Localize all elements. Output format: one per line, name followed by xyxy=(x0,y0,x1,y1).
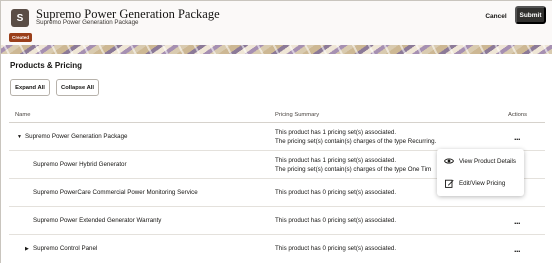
row-name-cell: ▶ Supremo Control Panel xyxy=(25,235,97,262)
table-row: ▼ Supremo Power Generation Package This … xyxy=(9,123,545,151)
summary-line: This product has 1 pricing set(s) associ… xyxy=(275,156,397,164)
row-summary-cell: This product has 0 pricing set(s) associ… xyxy=(275,235,396,262)
row-name: Supremo Power Extended Generator Warrant… xyxy=(33,217,162,224)
caret-down-icon[interactable]: ▼ xyxy=(17,134,23,140)
row-name: Supremo Control Panel xyxy=(33,245,98,252)
section-title: Products & Pricing xyxy=(10,61,83,70)
row-name-cell: ▼ Supremo Power Generation Package xyxy=(17,123,128,150)
submit-button[interactable]: Submit xyxy=(515,6,546,24)
row-actions-menu-button[interactable]: ... xyxy=(509,235,525,262)
row-summary-cell: This product has 1 pricing set(s) associ… xyxy=(275,123,436,150)
caret-right-icon[interactable]: ▶ xyxy=(25,246,31,252)
row-name: Supremo Power Hybrid Generator xyxy=(33,161,127,168)
eye-icon xyxy=(444,156,454,166)
table-row: ▶ Supremo Control Panel This product has… xyxy=(9,235,545,263)
page-subtitle: Supremo Power Generation Package xyxy=(36,19,139,26)
menu-item-label: Edit/View Pricing xyxy=(459,179,506,187)
status-badge: Created xyxy=(9,33,33,42)
row-name: Supremo Power Generation Package xyxy=(25,133,128,140)
row-name: Supremo PowerCare Commercial Power Monit… xyxy=(33,189,198,196)
cancel-button[interactable]: Cancel xyxy=(476,8,516,24)
menu-item-view-product-details[interactable]: View Product Details xyxy=(437,150,524,172)
menu-item-edit-view-pricing[interactable]: Edit/View Pricing xyxy=(437,172,524,194)
page-header: S Supremo Power Generation Package Supre… xyxy=(1,1,552,45)
row-actions-menu-button[interactable]: ... xyxy=(509,207,525,234)
row-name-cell: Supremo Power Extended Generator Warrant… xyxy=(33,207,161,234)
column-header-actions: Actions xyxy=(508,112,528,118)
row-name-cell: Supremo PowerCare Commercial Power Monit… xyxy=(33,179,198,206)
summary-line: The pricing set(s) contain(s) charges of… xyxy=(275,137,437,145)
row-actions-popup-menu: View Product Details Edit/View Pricing xyxy=(437,149,524,196)
column-header-pricing-summary: Pricing Summary xyxy=(275,112,320,118)
row-actions-menu-button[interactable]: ... xyxy=(509,123,525,150)
summary-line: This product has 0 pricing set(s) associ… xyxy=(275,245,397,252)
row-summary-cell: This product has 0 pricing set(s) associ… xyxy=(275,179,396,206)
table-row: Supremo Power Extended Generator Warrant… xyxy=(9,207,545,235)
collapse-all-button[interactable]: Collapse All xyxy=(56,79,99,96)
summary-line: This product has 1 pricing set(s) associ… xyxy=(275,128,397,136)
summary-line: The pricing set(s) contain(s) charges of… xyxy=(275,165,432,173)
summary-line: This product has 0 pricing set(s) associ… xyxy=(275,189,397,196)
edit-icon xyxy=(444,178,454,188)
decorative-banner xyxy=(1,45,552,54)
row-summary-cell: This product has 0 pricing set(s) associ… xyxy=(275,207,396,234)
row-name-cell: Supremo Power Hybrid Generator xyxy=(33,151,127,178)
app-icon: S xyxy=(11,9,29,27)
summary-line: This product has 0 pricing set(s) associ… xyxy=(275,217,397,224)
expand-all-button[interactable]: Expand All xyxy=(10,79,50,96)
column-header-name: Name xyxy=(15,112,31,118)
row-summary-cell: This product has 1 pricing set(s) associ… xyxy=(275,151,431,178)
menu-item-label: View Product Details xyxy=(459,157,516,165)
